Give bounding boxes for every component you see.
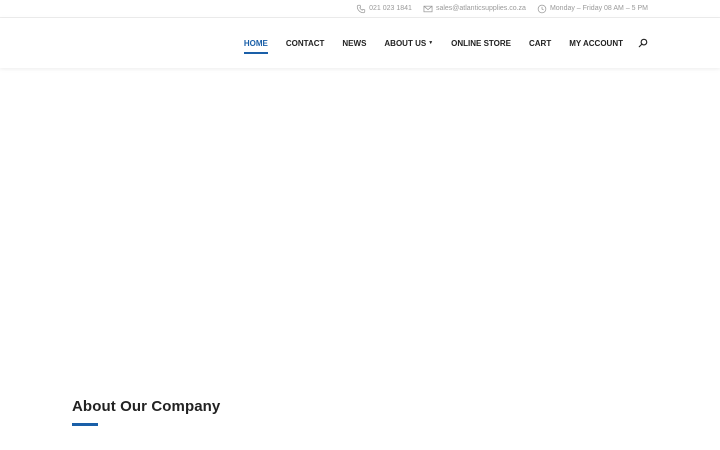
nav-item-label: ABOUT US xyxy=(384,38,427,48)
nav-item-about-us[interactable]: ABOUT US ▼ xyxy=(384,37,433,50)
nav-item-label: HOME xyxy=(243,38,268,48)
section-heading: About Our Company xyxy=(72,398,221,415)
site-header: HOME CONTACT NEWS ABOUT US ▼ ONLINE STORE… xyxy=(0,18,720,68)
phone-icon xyxy=(356,4,366,14)
search-icon[interactable] xyxy=(638,38,648,48)
hero-area xyxy=(0,68,720,398)
email-address: sales@atlanticsupplies.co.za xyxy=(435,5,526,12)
clock-icon xyxy=(537,4,547,14)
top-info-bar: 021 023 1841 sales@atlanticsupplies.co.z… xyxy=(0,0,720,18)
nav-item-label: MY ACCOUNT xyxy=(569,38,623,48)
nav-item-label: NEWS xyxy=(342,38,367,48)
nav-item-cart[interactable]: CART xyxy=(529,37,551,50)
nav-item-label: CART xyxy=(529,38,552,48)
hours-info: Monday – Friday 08 AM – 5 PM xyxy=(537,4,648,14)
heading-underline xyxy=(72,423,98,426)
email-info[interactable]: sales@atlanticsupplies.co.za xyxy=(423,4,526,14)
main-nav: HOME CONTACT NEWS ABOUT US ▼ ONLINE STORE… xyxy=(243,37,623,54)
business-hours: Monday – Friday 08 AM – 5 PM xyxy=(549,5,648,12)
nav-item-label: ONLINE STORE xyxy=(451,38,511,48)
chevron-down-icon: ▼ xyxy=(428,40,434,46)
nav-item-online-store[interactable]: ONLINE STORE xyxy=(451,37,511,50)
phone-info[interactable]: 021 023 1841 xyxy=(356,4,412,14)
nav-item-home[interactable]: HOME xyxy=(243,37,268,54)
nav-item-news[interactable]: NEWS xyxy=(342,37,366,50)
about-section: About Our Company xyxy=(0,398,720,426)
nav-item-contact[interactable]: CONTACT xyxy=(286,37,325,50)
nav-item-label: CONTACT xyxy=(285,38,325,48)
phone-number: 021 023 1841 xyxy=(369,5,412,12)
mail-icon xyxy=(423,4,433,14)
nav-item-my-account[interactable]: MY ACCOUNT xyxy=(569,37,623,50)
